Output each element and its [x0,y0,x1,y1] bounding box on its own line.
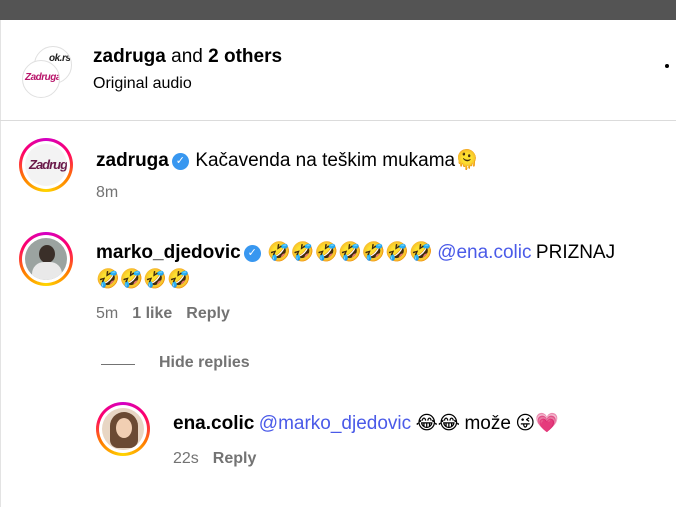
rofl-emoji-run: 🤣🤣🤣🤣🤣🤣🤣 [267,242,433,263]
reply-button[interactable]: Reply [213,450,257,467]
avatar-logo-front-text: Zadruga [25,72,60,83]
avatar-woman-face [116,418,132,438]
header-account-name[interactable]: zadruga [93,46,166,67]
comment-text: PRIZNAJ [535,242,616,263]
header-others-link[interactable]: 2 others [208,46,282,67]
comment-zadruga-meta: 8m [96,184,132,202]
avatar-marko-djedovic[interactable] [19,232,73,286]
comment-text: Kačavenda na teškim mukama [195,150,456,171]
comment-zadruga: zadruga ✓ Kačavenda na teškim mukama🫠 [96,148,479,172]
hide-replies-divider [101,364,135,365]
mention-link[interactable]: @marko_djedovic [259,413,411,434]
verified-badge-icon: ✓ [171,153,189,170]
reply-time: 22s [173,450,199,467]
avatar-logo-back-text: ok.rs [49,53,71,64]
reply-meta: 22s Reply [173,450,270,468]
audio-header [0,20,676,121]
window-top-bar [0,0,676,20]
comment-time: 5m [96,305,119,322]
header-title[interactable]: zadruga and 2 others [93,46,282,68]
avatar-person-body [32,262,62,280]
melting-face-emoji: 🫠 [455,150,479,171]
comment-username[interactable]: zadruga [96,150,169,171]
mention-link[interactable]: @ena.colic [437,242,531,263]
reply-username[interactable]: ena.colic [173,413,254,434]
rofl-emoji-run: 🤣🤣🤣🤣 [96,269,191,290]
comment-marko-meta: 5m 1 like Reply [96,305,244,323]
header-avatar-front: Zadruga [22,60,60,98]
reply-text: može [464,413,511,434]
more-options-icon[interactable] [665,64,669,68]
header-and-text: and [165,46,209,67]
comment-marko-line1: marko_djedovic ✓ 🤣🤣🤣🤣🤣🤣🤣 @ena.colic PRIZN… [96,240,615,264]
reply-button[interactable]: Reply [186,305,230,322]
likes-count[interactable]: 1 like [132,305,172,322]
verified-badge-icon: ✓ [243,245,261,262]
tongue-heart-emoji-run: 😜💗 [515,413,559,434]
comment-time: 8m [96,184,119,201]
comment-username[interactable]: marko_djedovic [96,242,241,263]
hide-replies-button[interactable]: Hide replies [159,354,250,372]
avatar-ena-colic[interactable] [96,402,150,456]
avatar-zadruga[interactable]: Zadruga [19,138,73,192]
avatar-person-head [39,245,55,263]
header-audio-subtitle[interactable]: Original audio [93,75,192,93]
avatar-zadruga-logo: Zadruga [29,157,67,172]
reply-ena-colic: ena.colic @marko_djedovic 😂😂 može 😜💗 [173,411,559,435]
header-avatar-stack[interactable]: ok.rs Zadruga [22,46,78,98]
laughing-emoji-run: 😂😂 [415,413,460,434]
comment-marko-line2: 🤣🤣🤣🤣 [96,267,191,291]
